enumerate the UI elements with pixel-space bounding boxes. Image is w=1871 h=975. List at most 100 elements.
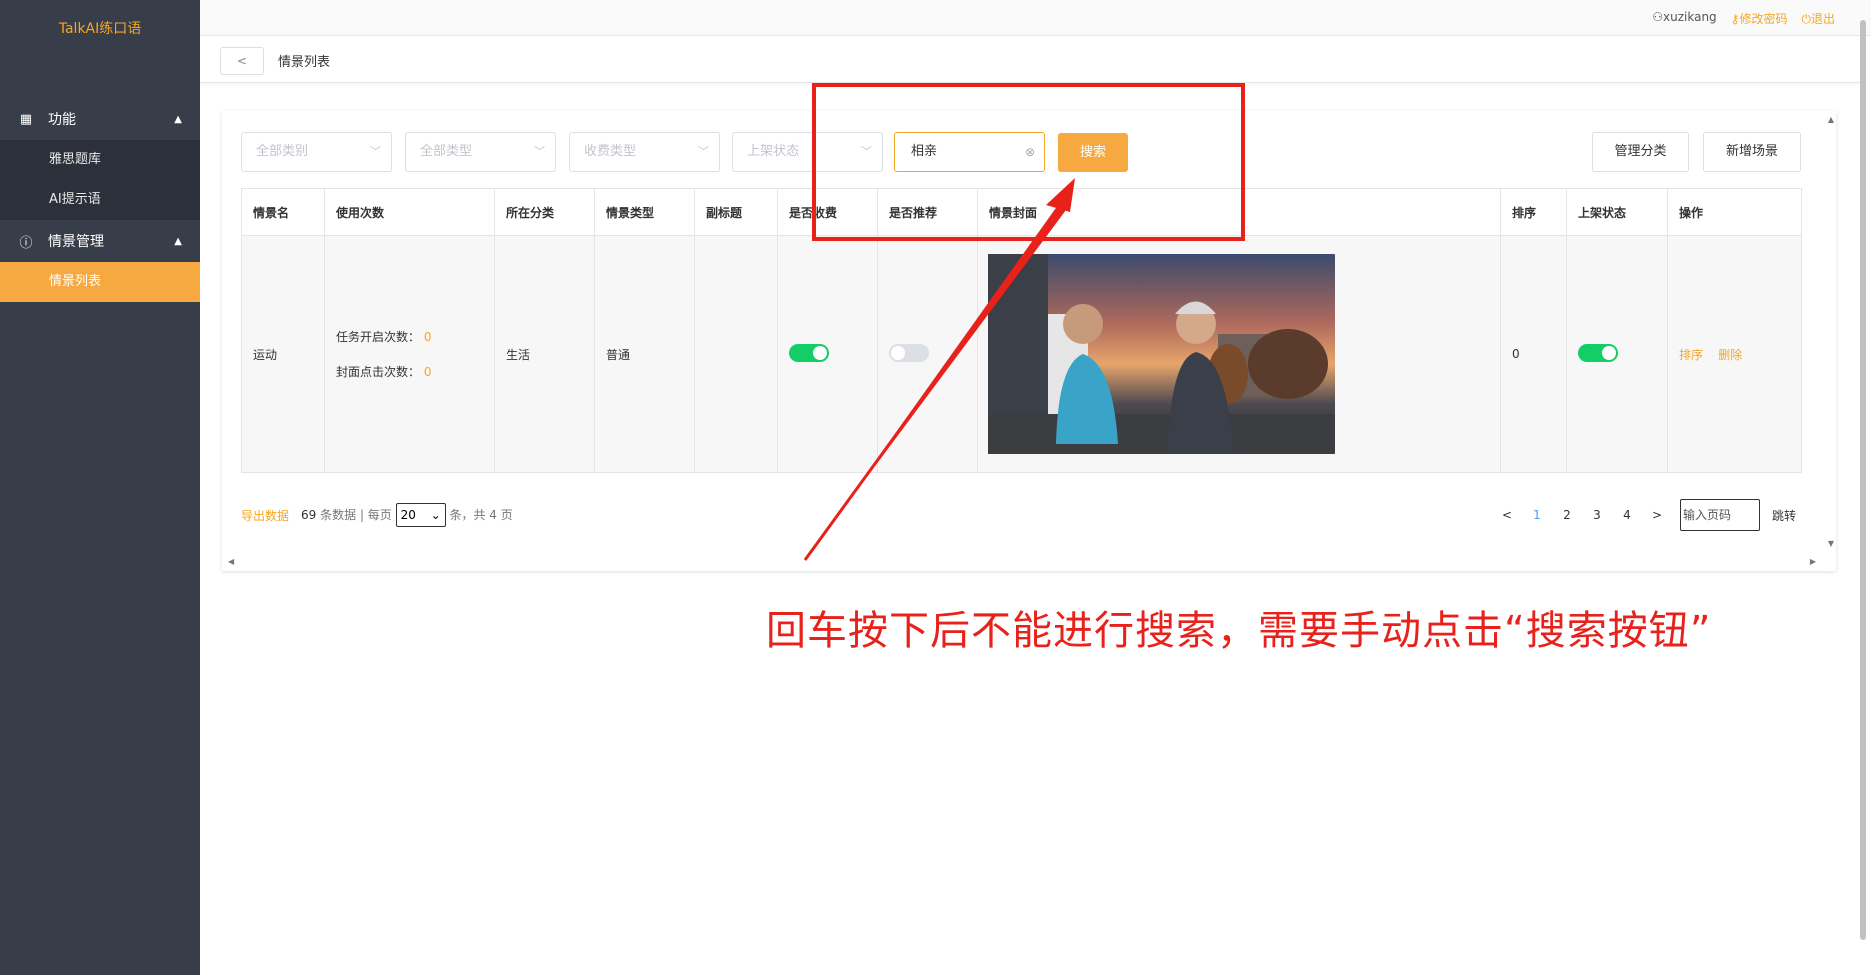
app-logo: TalkAI练口语 — [58, 21, 142, 37]
page-title: 情景列表 — [278, 55, 331, 70]
export-data-link[interactable]: 导出数据 — [241, 507, 289, 524]
category-placeholder: 全部类别 — [256, 144, 309, 159]
paid-cell — [777, 235, 878, 473]
scene-name: 运动 — [241, 235, 325, 473]
column-header: 所在分类 — [494, 188, 595, 236]
table-row: 运动 任务开启次数： 0 封面点击次数： 0 生活 普通 0 排序 删除 — [241, 235, 1802, 473]
logout-link[interactable]: ⏻退出 — [1801, 10, 1835, 27]
scene-sort: 0 — [1500, 235, 1567, 473]
chevron-down-icon: ﹀ — [534, 145, 545, 158]
logout-label: 退出 — [1810, 12, 1835, 26]
total-count: 69 — [301, 508, 317, 522]
cover-click-label: 封面点击次数： — [336, 365, 421, 379]
published-cell — [1566, 235, 1668, 473]
menu-group-features[interactable]: ▦ 功能 ▲ — [0, 98, 200, 140]
scene-type: 普通 — [594, 235, 695, 473]
chevron-down-icon: ⌄ — [430, 508, 441, 522]
type-select[interactable]: 全部类型 ﹀ — [405, 132, 556, 172]
username: xuzikang — [1663, 10, 1717, 24]
content-panel: 全部类别 ﹀ 全部类型 ﹀ 收费类型 ﹀ 上架状态 ﹀ 相亲 ⊗ 搜索 管理分类… — [222, 111, 1836, 571]
cover-cell — [977, 235, 1501, 473]
type-placeholder: 全部类型 — [420, 144, 473, 159]
sidebar-item-scene-list[interactable]: 情景列表 — [0, 262, 200, 302]
task-open-count: 0 — [423, 330, 432, 344]
table-footer: 导出数据 69 条数据 | 每页 20 ⌄ 条，共 4 页 — [241, 503, 513, 527]
column-header: 情景封面 — [977, 188, 1501, 236]
scroll-up-icon[interactable]: ▲ — [1828, 115, 1834, 124]
scroll-down-icon[interactable]: ▼ — [1828, 539, 1834, 548]
task-open-stat: 任务开启次数： 0 — [336, 328, 494, 345]
scene-subtitle — [694, 235, 778, 473]
info-circle-icon: ⓘ — [19, 235, 33, 251]
scroll-right-icon[interactable]: ▶ — [1810, 557, 1816, 566]
caret-up-icon: ▲ — [174, 113, 182, 125]
back-button[interactable]: < — [220, 47, 264, 75]
page-size-value: 20 — [400, 508, 416, 522]
scrollbar-thumb[interactable] — [1860, 20, 1866, 940]
page-size-select[interactable]: 20 ⌄ — [395, 503, 446, 527]
category-select[interactable]: 全部类别 ﹀ — [241, 132, 392, 172]
column-header: 排序 — [1500, 188, 1567, 236]
window-scrollbar[interactable] — [1859, 0, 1869, 975]
sort-action-link[interactable]: 排序 — [1679, 348, 1703, 362]
chevron-down-icon: ﹀ — [370, 145, 381, 158]
scene-table: 情景名 使用次数 所在分类 情景类型 副标题 是否收费 是否推荐 情景封面 排序… — [241, 188, 1802, 473]
scene-category: 生活 — [494, 235, 595, 473]
change-password-label: 修改密码 — [1739, 12, 1788, 26]
table-header-row: 情景名 使用次数 所在分类 情景类型 副标题 是否收费 是否推荐 情景封面 排序… — [241, 188, 1802, 236]
page-number[interactable]: 4 — [1612, 508, 1642, 522]
status-placeholder: 上架状态 — [747, 144, 800, 159]
menu-group-label: 情景管理 — [48, 234, 104, 250]
task-open-label: 任务开启次数： — [336, 330, 421, 344]
menu-group-label: 功能 — [48, 112, 76, 128]
total-suffix: 条数据 | 每页 — [320, 508, 392, 522]
fee-type-select[interactable]: 收费类型 ﹀ — [569, 132, 720, 172]
search-button[interactable]: 搜索 — [1058, 133, 1128, 172]
clear-icon[interactable]: ⊗ — [1025, 133, 1035, 171]
menu-group-scene-management[interactable]: ⓘ 情景管理 ▲ — [0, 220, 200, 262]
sidebar-item-ielts-bank[interactable]: 雅思题库 — [0, 140, 200, 180]
page-number[interactable]: 3 — [1582, 508, 1612, 522]
page-number[interactable]: 1 — [1522, 508, 1552, 522]
column-header: 上架状态 — [1566, 188, 1668, 236]
column-header: 情景名 — [241, 188, 325, 236]
pagination: < 1 2 3 4 > 输入页码 跳转 — [1492, 499, 1796, 531]
delete-action-link[interactable]: 删除 — [1718, 348, 1742, 362]
annotation-text: 回车按下后不能进行搜索，需要手动点击“搜索按钮” — [766, 608, 1712, 654]
column-header: 情景类型 — [594, 188, 695, 236]
recommended-toggle[interactable] — [889, 343, 929, 362]
goto-page-button[interactable]: 跳转 — [1772, 507, 1796, 524]
search-value: 相亲 — [911, 144, 938, 159]
page-header: < 情景列表 — [200, 37, 1863, 83]
cover-click-count: 0 — [423, 365, 432, 379]
user-icon: ⚇ — [1652, 10, 1664, 24]
page-number[interactable]: 2 — [1552, 508, 1582, 522]
top-bar: ⚇xuzikang ⚷修改密码 ⏻退出 — [200, 0, 1871, 36]
status-select[interactable]: 上架状态 ﹀ — [732, 132, 883, 172]
recommended-cell — [877, 235, 978, 473]
chevron-down-icon: ﹀ — [698, 145, 709, 158]
scroll-left-icon[interactable]: ◀ — [228, 557, 234, 566]
total-summary: 69 条数据 | 每页 20 ⌄ 条，共 4 页 — [301, 503, 513, 527]
chevron-down-icon: ﹀ — [861, 145, 872, 158]
paid-toggle[interactable] — [789, 343, 829, 362]
manage-category-button[interactable]: 管理分类 — [1592, 132, 1689, 172]
column-header: 使用次数 — [324, 188, 495, 236]
scene-cover-image[interactable] — [988, 254, 1335, 454]
fee-placeholder: 收费类型 — [584, 144, 637, 159]
next-page-button[interactable]: > — [1642, 508, 1672, 522]
search-input[interactable]: 相亲 ⊗ — [894, 132, 1045, 172]
usage-cell: 任务开启次数： 0 封面点击次数： 0 — [324, 235, 495, 473]
goto-page-input[interactable]: 输入页码 — [1680, 499, 1760, 531]
prev-page-button[interactable]: < — [1492, 508, 1522, 522]
grid-icon: ▦ — [19, 111, 33, 127]
column-header: 是否推荐 — [877, 188, 978, 236]
page-suffix: 条，共 4 页 — [449, 508, 513, 522]
caret-up-icon: ▲ — [174, 235, 182, 247]
sidebar-item-ai-prompts[interactable]: AI提示语 — [0, 180, 200, 220]
user-menu[interactable]: ⚇xuzikang — [1652, 10, 1716, 27]
power-icon: ⏻ — [1801, 12, 1811, 26]
change-password-link[interactable]: ⚷修改密码 — [1731, 10, 1788, 27]
add-scene-button[interactable]: 新增场景 — [1703, 132, 1801, 172]
published-toggle[interactable] — [1578, 343, 1618, 362]
